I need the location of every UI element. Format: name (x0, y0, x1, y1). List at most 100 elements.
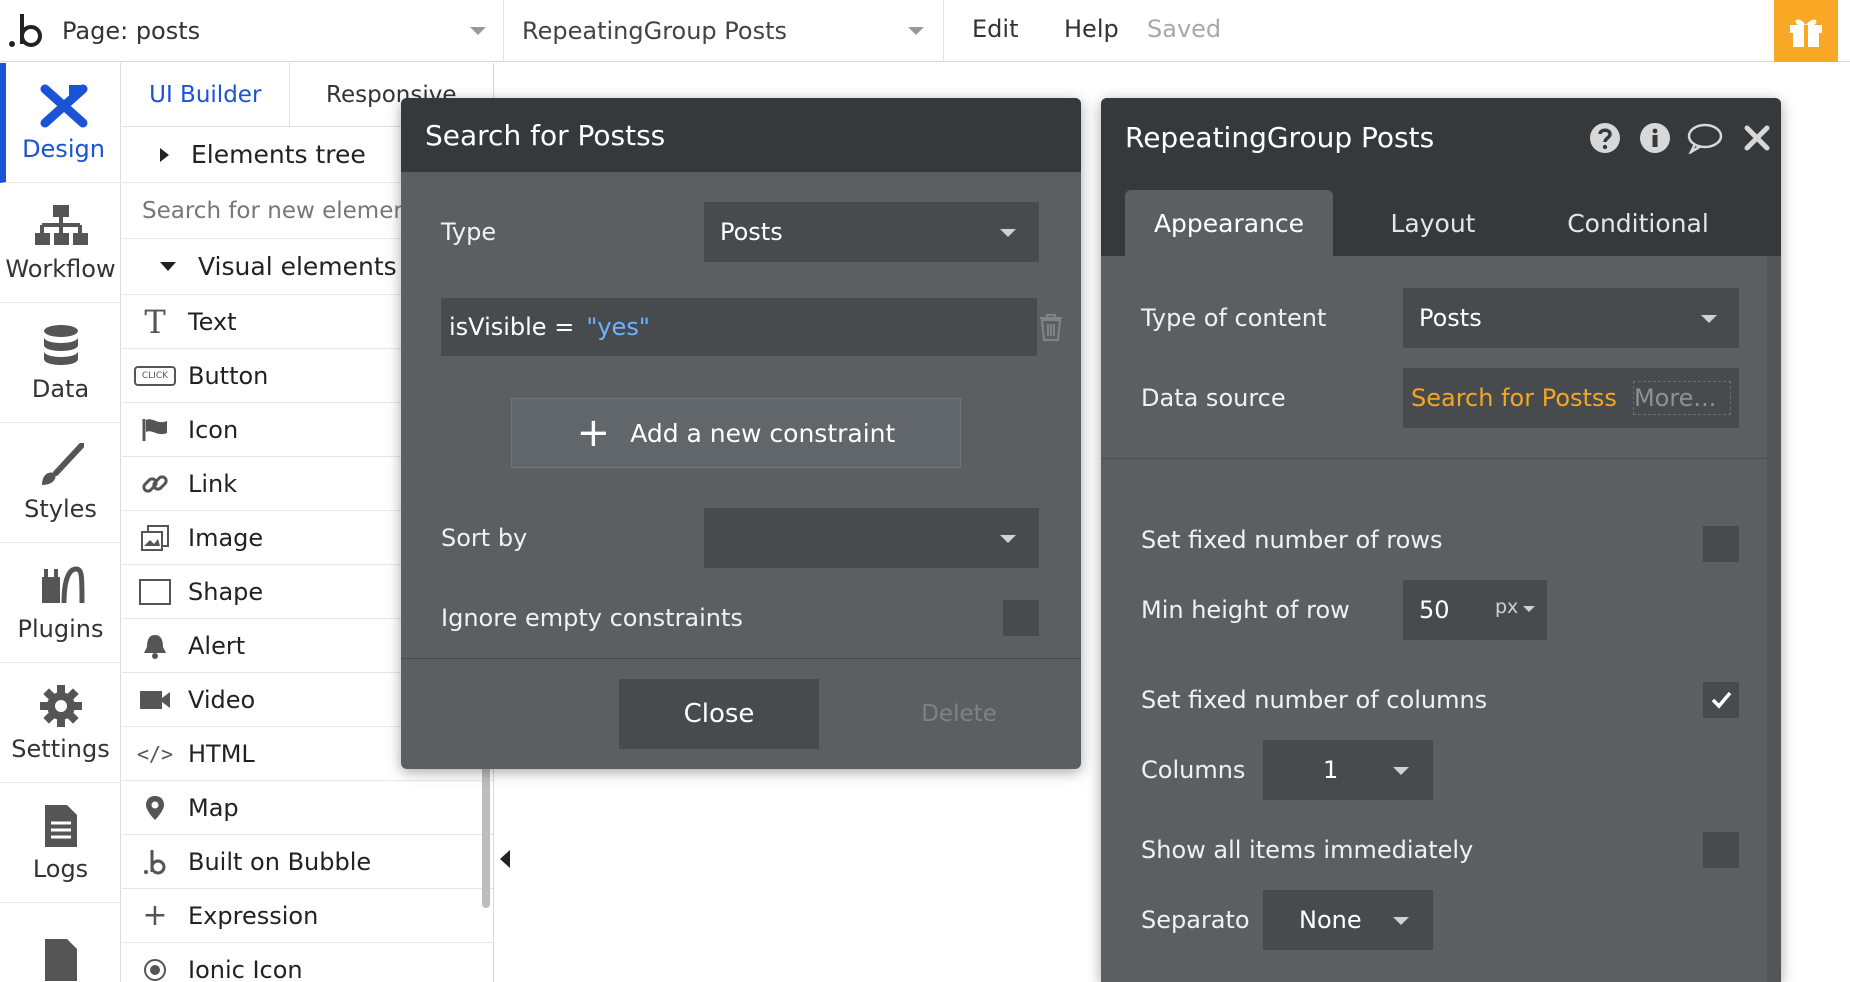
type-of-content-dropdown[interactable]: Posts (1403, 288, 1739, 348)
add-constraint-button[interactable]: + Add a new constraint (511, 398, 961, 468)
tab-ui-builder[interactable]: UI Builder (122, 63, 290, 126)
gift-button[interactable] (1774, 0, 1838, 62)
rail-data[interactable]: Data (0, 303, 121, 423)
trash-icon[interactable] (1037, 312, 1065, 342)
property-panel-scrollbar[interactable] (1767, 256, 1781, 982)
chevron-down-icon (1523, 606, 1535, 612)
delete-button-label: Delete (921, 701, 997, 727)
rail-data-label: Data (31, 374, 90, 403)
rail-settings[interactable]: Settings (0, 663, 121, 783)
palette-item-label: Link (188, 469, 238, 498)
sort-by-dropdown[interactable] (704, 508, 1039, 568)
palette-item-label: Image (188, 523, 264, 552)
elements-tree-label: Elements tree (191, 140, 366, 169)
palette-item-map[interactable]: Map (122, 781, 493, 835)
menu-help-label: Help (1064, 15, 1119, 43)
help-icon[interactable] (1589, 122, 1621, 154)
fixed-rows-label: Set fixed number of rows (1141, 526, 1443, 554)
rail-workflow[interactable]: Workflow (0, 183, 121, 303)
data-source-more[interactable]: More... (1632, 381, 1732, 415)
page-selector[interactable]: Page: posts (50, 0, 504, 62)
visual-elements-label: Visual elements (198, 252, 397, 281)
link-icon (122, 470, 188, 498)
rail-styles[interactable]: Styles (0, 423, 121, 543)
separator-value: None (1299, 906, 1362, 934)
palette-item-expression[interactable]: + Expression (122, 889, 493, 943)
separator-dropdown[interactable]: None (1263, 890, 1433, 950)
search-modal-footer: Close Delete (401, 658, 1081, 769)
collapse-palette-icon[interactable] (500, 850, 510, 868)
close-button[interactable]: Close (619, 679, 819, 749)
tab-appearance-label: Appearance (1153, 208, 1305, 238)
chevron-down-icon (1393, 767, 1409, 775)
palette-item-label: Video (188, 685, 256, 714)
constraint-value[interactable]: "yes" (586, 313, 650, 341)
image-icon (122, 524, 188, 552)
map-pin-icon (122, 794, 188, 822)
brush-icon (41, 442, 84, 485)
tab-conditional[interactable]: Conditional (1533, 190, 1743, 256)
delete-button[interactable]: Delete (859, 679, 1059, 749)
tab-ui-builder-label: UI Builder (149, 81, 262, 108)
ionic-icon (122, 958, 188, 982)
constraint-row[interactable]: isVisible = "yes" (441, 298, 1037, 356)
type-of-content-label: Type of content (1141, 304, 1327, 332)
min-height-input[interactable]: 50 px (1403, 580, 1547, 640)
data-source-label: Data source (1141, 384, 1286, 412)
comment-icon[interactable] (1687, 122, 1723, 154)
rail-extra[interactable] (0, 903, 121, 982)
property-panel-header[interactable]: RepeatingGroup Posts (1101, 98, 1781, 176)
property-panel-tabs: Appearance Layout Conditional (1101, 176, 1781, 256)
tab-appearance[interactable]: Appearance (1125, 190, 1333, 256)
fixed-rows-checkbox[interactable] (1703, 526, 1739, 562)
section-divider (1101, 458, 1781, 459)
info-icon[interactable] (1639, 122, 1671, 154)
database-icon (43, 324, 78, 365)
tab-layout[interactable]: Layout (1333, 190, 1533, 256)
left-rail: Design Workflow Data Styles Plugins Sett… (0, 63, 121, 982)
palette-scrollbar[interactable] (482, 763, 490, 908)
chevron-down-icon (160, 262, 176, 271)
shape-icon (122, 578, 188, 605)
menu-help[interactable]: Help (1064, 0, 1119, 58)
chevron-down-icon (1393, 917, 1409, 925)
type-of-content-value: Posts (1419, 304, 1482, 332)
columns-value: 1 (1323, 756, 1339, 784)
element-selector[interactable]: RepeatingGroup Posts (504, 0, 944, 62)
type-dropdown[interactable]: Posts (704, 202, 1039, 262)
ignore-empty-checkbox[interactable] (1003, 600, 1039, 636)
close-icon[interactable] (1741, 122, 1773, 154)
plus-icon: + (576, 410, 611, 456)
palette-item-built-on-bubble[interactable]: Built on Bubble (122, 835, 493, 889)
palette-item-label: Shape (188, 577, 264, 606)
plugin-icon (41, 565, 84, 603)
checkmark-icon (1711, 691, 1732, 709)
min-height-label: Min height of row (1141, 596, 1350, 624)
document-icon (44, 939, 77, 981)
rail-logs[interactable]: Logs (0, 783, 121, 903)
search-modal: Search for Postss Type Posts isVisible =… (401, 98, 1081, 769)
logs-icon (44, 804, 77, 847)
fixed-columns-label: Set fixed number of columns (1141, 686, 1488, 714)
palette-item-label: Text (188, 307, 237, 336)
columns-dropdown[interactable]: 1 (1263, 740, 1433, 800)
workflow-icon (34, 204, 88, 245)
data-source-value[interactable]: Search for Postss (1411, 384, 1617, 412)
chevron-down-icon (1701, 315, 1717, 323)
min-height-unit[interactable]: px (1495, 596, 1518, 618)
chevron-right-icon (160, 147, 169, 162)
show-all-checkbox[interactable] (1703, 832, 1739, 868)
bubble-logo-icon[interactable] (4, 8, 48, 52)
rail-design[interactable]: Design (0, 63, 121, 183)
plus-icon: + (142, 898, 168, 933)
fixed-columns-checkbox[interactable] (1703, 682, 1739, 718)
palette-item-ionic-icon[interactable]: Ionic Icon (122, 943, 493, 982)
text-icon: T (144, 302, 166, 341)
search-modal-header[interactable]: Search for Postss (401, 98, 1081, 172)
rail-design-label: Design (22, 134, 105, 163)
rail-plugins[interactable]: Plugins (0, 543, 121, 663)
menu-edit-label: Edit (972, 15, 1019, 43)
show-all-label: Show all items immediately (1141, 836, 1474, 864)
menu-edit[interactable]: Edit (972, 0, 1018, 58)
data-source-field[interactable]: Search for Postss More... (1403, 368, 1739, 428)
